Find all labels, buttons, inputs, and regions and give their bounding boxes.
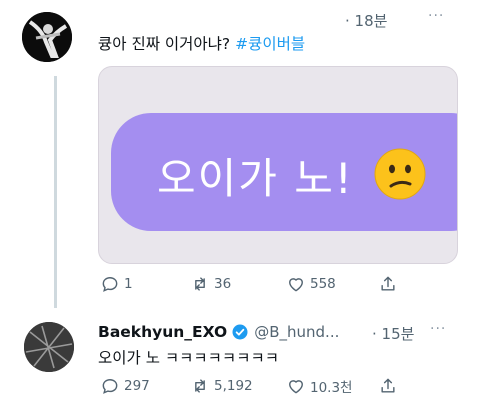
hashtag-link[interactable]: #큥이버블 xyxy=(235,35,305,53)
retweet-count: 36 xyxy=(214,276,232,292)
like-count: 10.3천 xyxy=(310,380,353,396)
more-options-button[interactable]: ··· xyxy=(428,8,444,24)
tweet-header: Baekhyun_EXO @B_hund... xyxy=(98,323,339,341)
reply-icon xyxy=(102,277,118,292)
tweet-text: 큥아 진짜 이거아냐? #큥이버블 xyxy=(98,32,305,54)
retweet-count: 5,192 xyxy=(214,378,253,394)
tweet-text: 오이가 노 ㅋㅋㅋㅋㅋㅋㅋㅋ xyxy=(98,349,279,367)
tweet-media-image[interactable]: 오이가 노! xyxy=(98,66,458,264)
display-name[interactable]: Baekhyun_EXO xyxy=(98,323,227,341)
avatar-image xyxy=(24,322,74,372)
avatar[interactable] xyxy=(24,322,74,372)
share-button[interactable] xyxy=(378,274,402,294)
tweet-body: 큥아 진짜 이거아냐? xyxy=(98,35,236,53)
timestamp[interactable]: · 15분 xyxy=(372,323,414,344)
retweet-icon xyxy=(195,379,205,393)
more-options-button[interactable]: ··· xyxy=(430,321,446,337)
verified-badge-icon xyxy=(232,324,248,340)
share-button[interactable] xyxy=(378,376,402,396)
reply-button[interactable]: 1 xyxy=(100,274,133,294)
reply-count: 1 xyxy=(124,276,133,292)
chat-bubble: 오이가 노! xyxy=(111,113,457,231)
share-icon xyxy=(381,378,395,393)
like-count: 558 xyxy=(310,276,336,292)
bubble-text: 오이가 노! xyxy=(157,154,354,203)
avatar[interactable] xyxy=(22,12,72,62)
retweet-button[interactable]: 5,192 xyxy=(190,376,253,396)
reply-count: 297 xyxy=(124,378,150,394)
avatar-image xyxy=(22,12,72,62)
thread-connector xyxy=(54,76,57,308)
confused-face-emoji xyxy=(374,148,426,200)
reply-button[interactable]: 297 xyxy=(100,376,150,396)
like-button[interactable]: 10.3천 xyxy=(286,376,352,396)
retweet-button[interactable]: 36 xyxy=(190,274,231,294)
user-handle[interactable]: @B_hund... xyxy=(254,323,339,341)
timestamp[interactable]: · 18분 xyxy=(345,10,387,31)
retweet-icon xyxy=(195,277,205,291)
like-icon xyxy=(289,278,303,292)
like-icon xyxy=(289,380,303,394)
share-icon xyxy=(381,276,395,291)
like-button[interactable]: 558 xyxy=(286,274,336,294)
reply-icon xyxy=(102,379,118,394)
